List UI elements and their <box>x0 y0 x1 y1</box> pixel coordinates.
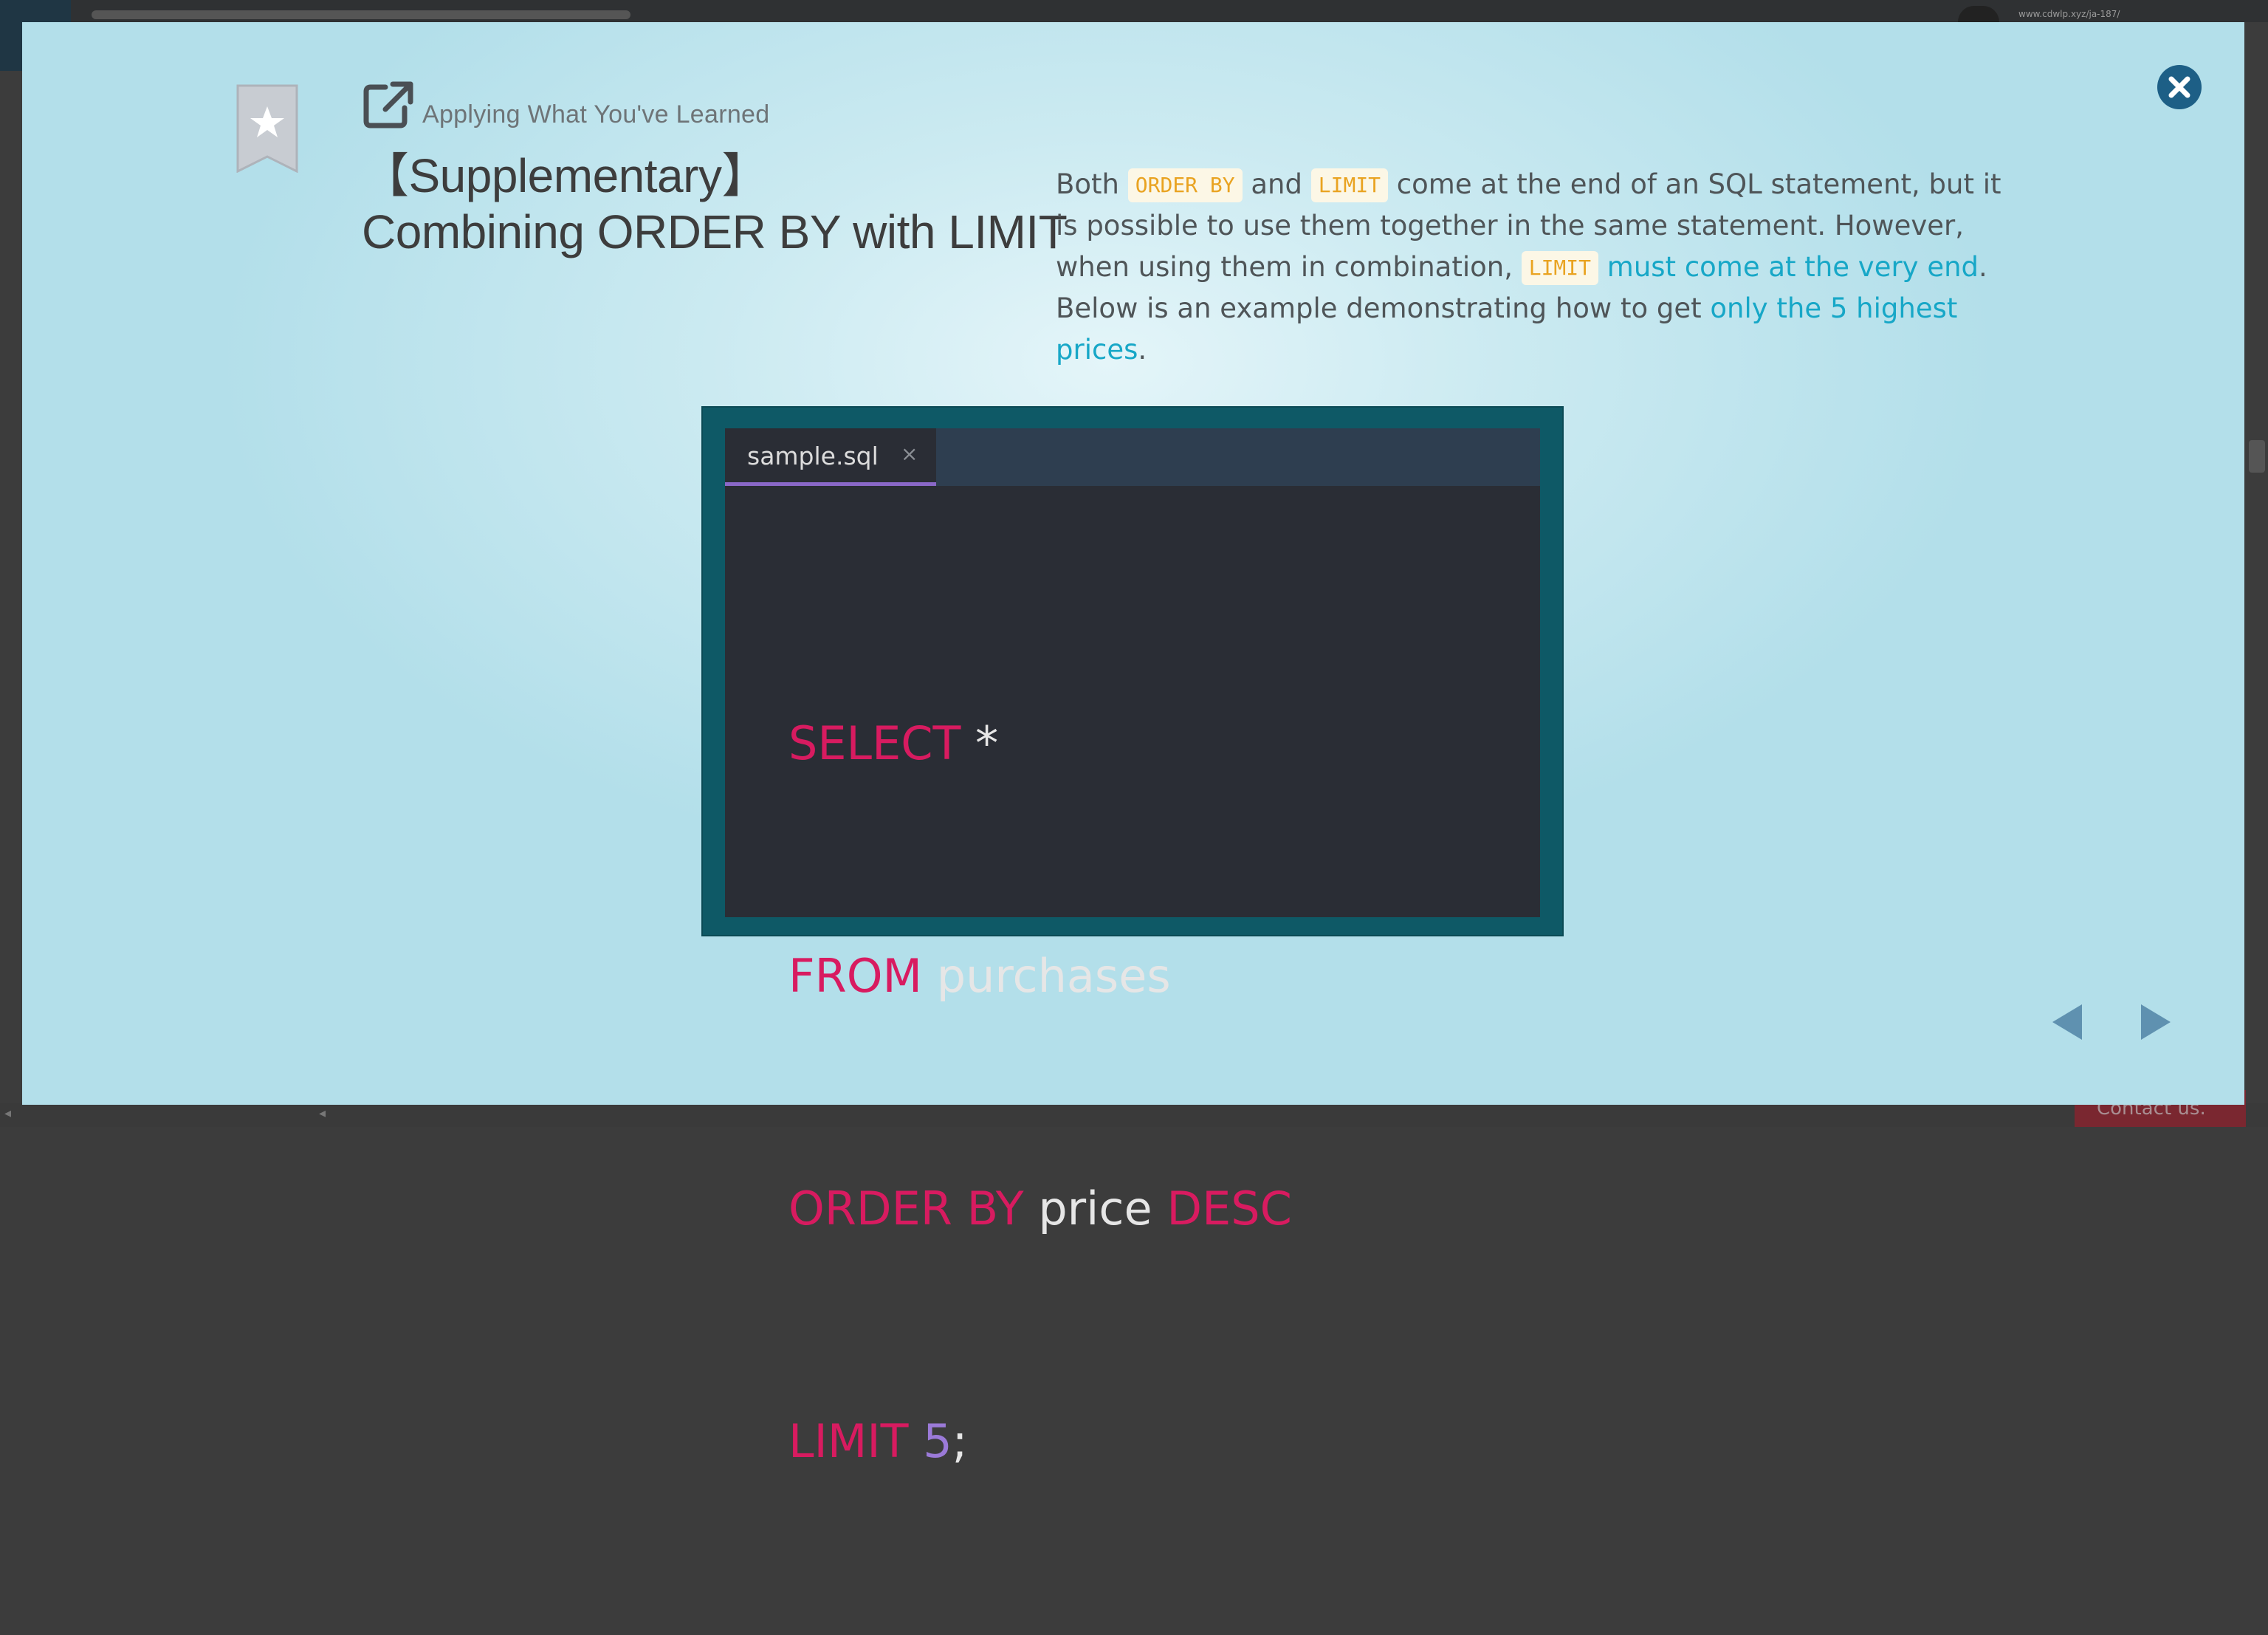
external-link-icon <box>363 81 413 128</box>
editor-tab-sample-sql[interactable]: sample.sql × <box>725 428 936 486</box>
code-block: SELECT * FROM purchases ORDER BY price D… <box>788 549 1292 1635</box>
next-slide-icon[interactable] <box>2138 1001 2174 1043</box>
description-text: Both ORDER BY and LIMIT come at the end … <box>1056 164 2016 371</box>
editor-tab-bar: sample.sql × <box>725 428 1540 486</box>
highlight-must-come-last: must come at the very end <box>1606 251 1979 283</box>
desc-text-6: . <box>1138 334 1147 366</box>
background-url: www.cdwlp.xyz/ja-187/ <box>2018 9 2120 19</box>
code-token: * <box>975 716 999 770</box>
title-line-1: 【Supplementary】 <box>362 149 769 202</box>
section-label: Applying What You've Learned <box>422 100 770 128</box>
code-token: purchases <box>936 949 1171 1003</box>
code-keyword: SELECT <box>788 716 961 770</box>
page-title: 【Supplementary】 Combining ORDER BY with … <box>362 148 1068 260</box>
background-scrollbar <box>2249 440 2265 473</box>
code-keyword: BY <box>966 1182 1024 1235</box>
code-keyword: LIMIT <box>788 1414 909 1468</box>
tab-close-icon[interactable]: × <box>901 442 918 466</box>
title-line-2: Combining ORDER BY with LIMIT <box>362 205 1068 258</box>
code-line-2: FROM purchases <box>788 937 1292 1015</box>
inline-code-order-by: ORDER BY <box>1127 168 1243 202</box>
code-line-3: ORDER BY price DESC <box>788 1170 1292 1247</box>
background-scroll-left-icon: ◂ <box>4 1106 12 1121</box>
background-address-bar <box>92 10 630 19</box>
background-scroll-left-icon-2: ◂ <box>319 1106 326 1121</box>
desc-space <box>1598 251 1607 283</box>
code-editor-frame: sample.sql × SELECT * FROM purchases ORD… <box>701 406 1564 1468</box>
desc-text-1: Both <box>1056 168 1128 200</box>
code-keyword: FROM <box>788 949 923 1003</box>
editor-tab-label: sample.sql <box>747 442 879 470</box>
close-icon[interactable] <box>2156 64 2203 111</box>
desc-text-2: and <box>1242 168 1311 200</box>
bookmark-star-icon[interactable] <box>236 84 298 173</box>
inline-code-limit-2: LIMIT <box>1521 251 1599 285</box>
code-keyword: DESC <box>1166 1182 1292 1235</box>
inline-code-limit: LIMIT <box>1310 168 1389 202</box>
code-keyword: ORDER <box>788 1182 952 1235</box>
slide-modal: Applying What You've Learned 【Supplement… <box>22 22 2244 1468</box>
code-editor: sample.sql × SELECT * FROM purchases ORD… <box>725 428 1540 1468</box>
code-number: 5 <box>923 1414 952 1468</box>
code-token: ; <box>952 1414 968 1468</box>
code-line-4: LIMIT 5; <box>788 1402 1292 1480</box>
code-line-1: SELECT * <box>788 705 1292 782</box>
code-token: price <box>1038 1182 1152 1235</box>
previous-slide-icon[interactable] <box>2049 1001 2085 1043</box>
